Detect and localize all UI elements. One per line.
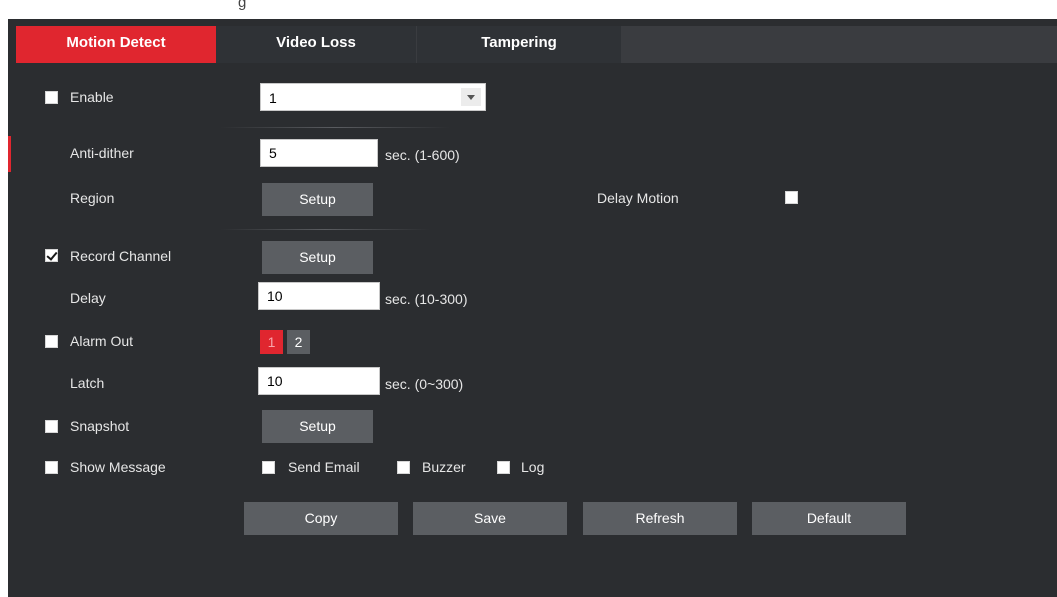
log-label: Log xyxy=(521,459,545,475)
motion-detect-panel: Motion Detect Video Loss Tampering Enabl… xyxy=(8,19,1057,597)
delay-input[interactable] xyxy=(258,282,380,310)
alarm-out-channel-1[interactable]: 1 xyxy=(260,330,283,354)
alarm-out-channel-2[interactable]: 2 xyxy=(287,330,310,354)
chevron-down-icon xyxy=(467,95,475,100)
enable-checkbox[interactable] xyxy=(45,91,58,104)
channel-select-value: 1 xyxy=(269,90,277,106)
left-active-marker xyxy=(8,136,11,172)
show-message-checkbox[interactable] xyxy=(45,461,58,474)
send-email-checkbox[interactable] xyxy=(262,461,275,474)
snapshot-label: Snapshot xyxy=(70,418,130,434)
anti-dither-unit: sec. (1-600) xyxy=(385,147,460,163)
log-checkbox[interactable] xyxy=(497,461,510,474)
refresh-button[interactable]: Refresh xyxy=(583,502,737,535)
tab-tampering[interactable]: Tampering xyxy=(417,26,621,63)
region-label: Region xyxy=(70,190,115,206)
latch-unit: sec. (0~300) xyxy=(385,376,464,392)
alarm-out-checkbox[interactable] xyxy=(45,335,58,348)
alarm-out-label: Alarm Out xyxy=(70,333,134,349)
delay-motion-checkbox[interactable] xyxy=(785,191,798,204)
divider xyxy=(220,127,450,128)
send-email-label: Send Email xyxy=(288,459,360,475)
default-button[interactable]: Default xyxy=(752,502,906,535)
show-message-label: Show Message xyxy=(70,459,166,475)
record-channel-setup-button[interactable]: Setup xyxy=(262,241,373,274)
latch-input[interactable] xyxy=(258,367,380,395)
save-button[interactable]: Save xyxy=(413,502,567,535)
snapshot-checkbox[interactable] xyxy=(45,420,58,433)
region-setup-button[interactable]: Setup xyxy=(262,183,373,216)
enable-label: Enable xyxy=(70,89,114,105)
divider xyxy=(220,229,430,230)
record-channel-label: Record Channel xyxy=(70,248,172,264)
snapshot-setup-button[interactable]: Setup xyxy=(262,410,373,443)
dropdown-arrow-box[interactable] xyxy=(461,88,481,106)
copy-button[interactable]: Copy xyxy=(244,502,398,535)
latch-label: Latch xyxy=(70,375,105,391)
tab-bar-filler xyxy=(621,26,1057,63)
buzzer-checkbox[interactable] xyxy=(397,461,410,474)
tab-motion-detect[interactable]: Motion Detect xyxy=(16,26,216,63)
buzzer-label: Buzzer xyxy=(422,459,466,475)
anti-dither-label: Anti-dither xyxy=(70,145,134,161)
anti-dither-input[interactable] xyxy=(260,139,378,167)
record-channel-checkbox[interactable] xyxy=(45,249,58,262)
delay-motion-label: Delay Motion xyxy=(597,190,679,206)
top-text-fragment: g xyxy=(238,0,247,11)
tab-bar: Motion Detect Video Loss Tampering xyxy=(8,26,1057,63)
tab-video-loss[interactable]: Video Loss xyxy=(216,26,416,63)
delay-label: Delay xyxy=(70,290,106,306)
delay-unit: sec. (10-300) xyxy=(385,291,468,307)
channel-select[interactable]: 1 xyxy=(260,83,486,111)
